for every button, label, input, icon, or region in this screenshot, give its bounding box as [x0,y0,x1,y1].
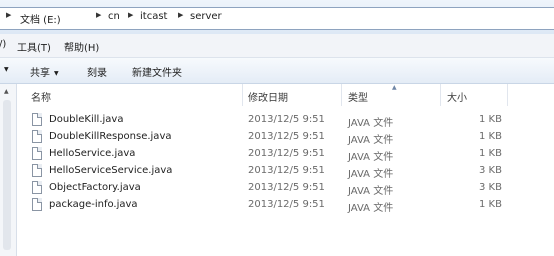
file-date: 2013/12/5 9:51 [248,182,325,193]
breadcrumb-item-drive[interactable]: 文档 (E:) [20,11,61,26]
chevron-right-icon[interactable]: ▶ [96,11,101,19]
file-size: 1 KB [479,131,502,142]
file-size: 1 KB [479,199,502,210]
column-header-size[interactable]: 大小 [447,89,467,104]
new-folder-button[interactable]: 新建文件夹 [132,64,182,79]
breadcrumb-label[interactable]: 文档 (E:) [20,11,61,26]
java-file-icon [32,147,42,160]
column-divider[interactable] [341,84,342,106]
file-name: package-info.java [49,199,138,210]
file-size: 1 KB [479,148,502,159]
file-name: HelloService.java [49,148,136,159]
column-divider[interactable] [440,84,441,106]
column-header-row: 名称 修改日期 类型 ▲ 大小 [17,84,554,106]
file-row[interactable]: DoubleKill.java 2013/12/5 9:51 JAVA 文件 1… [17,112,554,129]
file-type: JAVA 文件 [348,186,394,197]
menu-item-view[interactable]: /) [0,39,6,50]
breadcrumb-separator[interactable]: ▶ [128,11,138,19]
file-row[interactable]: HelloService.java 2013/12/5 9:51 JAVA 文件… [17,146,554,163]
file-size: 3 KB [479,182,502,193]
chevron-right-icon[interactable]: ▶ [6,11,11,19]
column-header-type[interactable]: 类型 [348,89,368,104]
breadcrumb-item-itcast[interactable]: itcast [140,11,167,22]
navigation-scrollbar[interactable] [3,100,11,250]
organize-arrow-icon[interactable]: ▼ [0,64,9,75]
column-divider[interactable] [507,84,508,106]
chevron-right-icon[interactable]: ▶ [178,11,183,19]
file-date: 2013/12/5 9:51 [248,114,325,125]
burn-button[interactable]: 刻录 [87,64,107,79]
java-file-icon [32,113,42,126]
java-file-icon [32,164,42,177]
file-name: DoubleKillResponse.java [49,131,172,142]
file-date: 2013/12/5 9:51 [248,148,325,159]
file-name: ObjectFactory.java [49,182,141,193]
share-button[interactable]: 共享 ▼ [30,64,59,79]
file-type: JAVA 文件 [348,169,394,180]
breadcrumb-label[interactable]: itcast [140,11,167,22]
column-header-date[interactable]: 修改日期 [248,89,288,104]
navigation-pane[interactable]: ▲ [0,84,17,256]
file-type: JAVA 文件 [348,135,394,146]
file-date: 2013/12/5 9:51 [248,131,325,142]
address-bar[interactable]: ▶ 文档 (E:) ▶ cn ▶ itcast ▶ server [0,7,554,30]
chevron-right-icon[interactable]: ▶ [128,11,133,19]
address-bar-area: ▶ 文档 (E:) ▶ cn ▶ itcast ▶ server [0,0,554,34]
java-file-icon [32,130,42,143]
breadcrumb-separator[interactable]: ▶ [96,11,106,19]
breadcrumb-item-cn[interactable]: cn [108,11,120,22]
menu-item-help[interactable]: 帮助(H) [64,39,99,54]
java-file-icon [32,198,42,211]
sort-ascending-icon: ▲ [392,84,397,91]
file-list: 名称 修改日期 类型 ▲ 大小 DoubleKill.java 2013/12/… [17,84,554,256]
java-file-icon [32,181,42,194]
file-row[interactable]: HelloServiceService.java 2013/12/5 9:51 … [17,163,554,180]
chevron-down-icon: ▼ [54,70,59,77]
file-name: DoubleKill.java [49,114,124,125]
command-bar: ▼ 共享 ▼ 刻录 新建文件夹 [0,58,554,84]
menu-bar: /) 工具(T) 帮助(H) [0,34,554,58]
breadcrumb-separator[interactable]: ▶ [178,11,188,19]
file-row[interactable]: package-info.java 2013/12/5 9:51 JAVA 文件… [17,197,554,214]
file-size: 1 KB [479,114,502,125]
scroll-up-arrow-icon[interactable]: ▲ [4,88,9,95]
column-divider[interactable] [242,84,243,106]
file-row[interactable]: ObjectFactory.java 2013/12/5 9:51 JAVA 文… [17,180,554,197]
breadcrumb-label[interactable]: server [190,11,222,22]
breadcrumb-root[interactable]: ▶ [6,11,16,19]
file-type: JAVA 文件 [348,118,394,129]
file-date: 2013/12/5 9:51 [248,165,325,176]
share-button-label: 共享 [30,68,50,79]
file-row[interactable]: DoubleKillResponse.java 2013/12/5 9:51 J… [17,129,554,146]
column-header-name[interactable]: 名称 [31,89,51,104]
file-name: HelloServiceService.java [49,165,173,176]
breadcrumb-label[interactable]: cn [108,11,120,22]
file-type: JAVA 文件 [348,203,394,214]
file-date: 2013/12/5 9:51 [248,199,325,210]
file-type: JAVA 文件 [348,152,394,163]
breadcrumb-item-server[interactable]: server [190,11,222,22]
file-size: 3 KB [479,165,502,176]
menu-item-tools[interactable]: 工具(T) [17,39,51,54]
